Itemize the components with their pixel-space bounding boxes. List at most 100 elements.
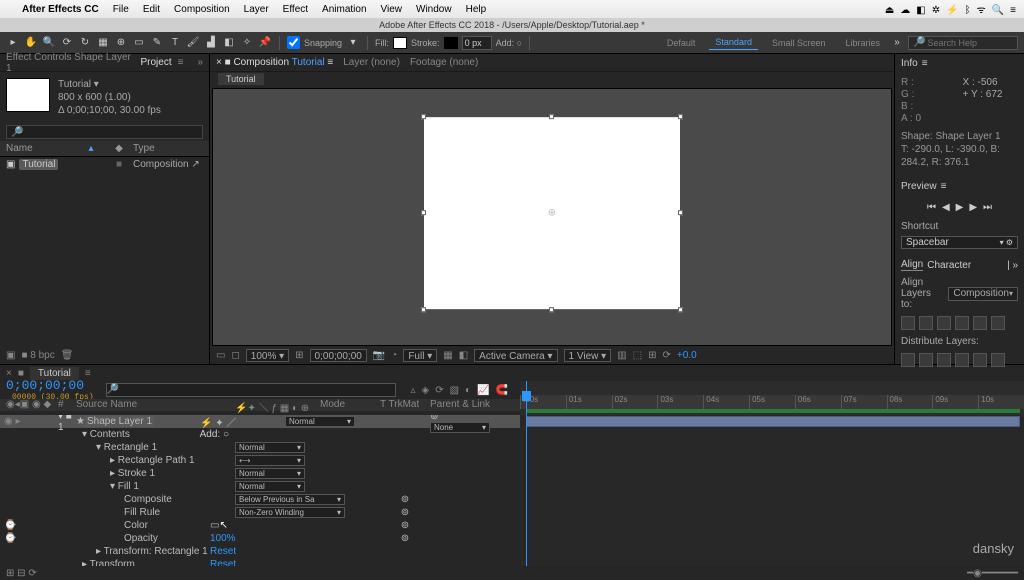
shortcut-dropdown[interactable]: Spacebar▾ ⚙ [901,236,1018,249]
tab-layer[interactable]: Layer (none) [343,57,400,68]
menu-edit[interactable]: Edit [143,4,160,15]
puppet-tool-icon[interactable]: 📌 [258,36,272,50]
workspace-libraries[interactable]: Libraries [839,36,886,50]
selection-tool-icon[interactable]: ▸ [6,36,20,50]
menu-composition[interactable]: Composition [174,4,230,15]
snapping-checkbox[interactable] [287,36,300,49]
menu-help[interactable]: Help [466,4,487,15]
timeline-close-icon[interactable]: × [6,368,12,379]
timeline-search[interactable]: 🔎 [106,383,397,397]
workspace-default[interactable]: Default [661,36,702,50]
fill-swatch[interactable] [393,37,407,49]
playhead[interactable] [526,381,527,415]
add-label[interactable]: Add: ○ [496,38,522,48]
align-bottom-icon[interactable] [991,316,1005,330]
res-icon[interactable]: ⊞ [295,350,303,361]
tab-project[interactable]: Project [140,57,171,68]
work-area-bar[interactable] [526,409,1020,413]
tab-footage[interactable]: Footage (none) [410,57,478,68]
tab-align[interactable]: Align [901,259,923,271]
motion-blur-icon[interactable]: ◐ [465,385,471,396]
tab-composition[interactable]: × ■ Composition Tutorial ≡ [216,57,333,68]
shape-tool-icon[interactable]: ▭ [132,36,146,50]
last-frame-icon[interactable]: ⏭ [983,202,992,213]
next-frame-icon[interactable]: ▶ [969,202,977,213]
snap-opt-icon[interactable]: ▾ [346,36,360,50]
eraser-tool-icon[interactable]: ◧ [222,36,236,50]
graph-icon[interactable]: 📈 [477,385,489,396]
menu-effect[interactable]: Effect [283,4,308,15]
current-time[interactable]: 0;00;00;00 [6,378,94,393]
project-columns: Name ▴ ◆ Type [0,141,209,157]
menubar-status-icons[interactable]: ⏏☁◧✲⚡ᛒᯤ🔍≡ [879,2,1016,16]
camera-tool-icon[interactable]: ▦ [96,36,110,50]
align-buttons [895,312,1024,334]
canvas-shape[interactable]: ⊕ [424,117,680,309]
frame-blend-icon[interactable]: ▧ [450,385,459,396]
app-menu[interactable]: After Effects CC [22,4,99,15]
composition-viewer[interactable]: ⊕ [212,88,892,346]
trash-icon[interactable]: 🗑 [61,350,74,361]
type-tool-icon[interactable]: T [168,36,182,50]
close-panel-icon[interactable]: » [197,57,203,68]
menu-animation[interactable]: Animation [322,4,366,15]
resolution-dropdown[interactable]: Full ▾ [403,349,437,362]
zoom-dropdown[interactable]: 100% ▾ [246,349,289,362]
mac-menubar[interactable]: After Effects CC File Edit Composition L… [0,0,1024,18]
project-row-tutorial[interactable]: ▣Tutorial ■ Composition ↗ [0,157,209,172]
tab-effect-controls[interactable]: Effect Controls Shape Layer 1 [6,52,134,74]
view-dropdown[interactable]: 1 View ▾ [564,349,612,362]
workspace-standard[interactable]: Standard [709,35,758,50]
rotate-tool-icon[interactable]: ↻ [78,36,92,50]
menu-view[interactable]: View [381,4,403,15]
menu-window[interactable]: Window [416,4,452,15]
mag-icon[interactable]: ▭ [216,350,225,361]
tab-character[interactable]: Character [927,260,971,271]
snapshot-icon[interactable]: 📷 [373,350,385,361]
camera-dropdown[interactable]: Active Camera ▾ [474,349,557,362]
orbit-tool-icon[interactable]: ⟳ [60,36,74,50]
snap-icon[interactable]: 🧲 [496,385,508,396]
align-right-icon[interactable] [937,316,951,330]
interpret-icon[interactable]: ▣ [6,350,15,361]
workspace-menu-icon[interactable]: » [890,36,904,50]
timecode-display[interactable]: 0;00;00;00 [310,349,367,362]
project-search[interactable]: 🔎 [6,125,203,139]
roto-tool-icon[interactable]: ✧ [240,36,254,50]
menu-file[interactable]: File [113,4,129,15]
zoom-slider[interactable]: ━◉━━━━━━ [967,568,1018,579]
timeline-bars[interactable] [520,415,1024,566]
pen-tool-icon[interactable]: ✎ [150,36,164,50]
preview-panel-title[interactable]: Preview ≡ [895,177,1024,196]
timeline-ruler-area[interactable]: :00s01s02s03s04s05s06s07s08s09s10s [520,381,1024,415]
play-icon[interactable]: ▶ [956,202,964,213]
shy-icon[interactable]: ⟳ [435,385,443,396]
exposure-value[interactable]: +0.0 [677,350,697,361]
zoom-tool-icon[interactable]: 🔍 [42,36,56,50]
menu-layer[interactable]: Layer [244,4,269,15]
align-vcenter-icon[interactable] [973,316,987,330]
workspace-small[interactable]: Small Screen [766,36,832,50]
comp-mini-icon[interactable]: ▵ [410,385,415,396]
align-top-icon[interactable] [955,316,969,330]
pan-behind-tool-icon[interactable]: ⊕ [114,36,128,50]
hand-tool-icon[interactable]: ✋ [24,36,38,50]
toggle-switches-icon[interactable]: ⊞ ⊟ ⟳ [6,568,37,579]
align-target-dropdown[interactable]: Composition▾ [948,287,1018,301]
first-frame-icon[interactable]: ⏮ [927,202,936,213]
brush-tool-icon[interactable]: 🖌 [186,36,200,50]
help-search[interactable]: 🔎 [908,36,1018,50]
prev-frame-icon[interactable]: ◀ [942,202,950,213]
draft3d-icon[interactable]: ◈ [422,385,430,396]
help-search-input[interactable] [925,36,1015,50]
stroke-swatch[interactable] [444,37,458,49]
clone-tool-icon[interactable]: ▟ [204,36,218,50]
comp-breadcrumb[interactable]: Tutorial [218,73,264,85]
info-panel-title[interactable]: Info ≡ [895,54,1024,73]
layer-bar[interactable] [526,416,1020,427]
align-hcenter-icon[interactable] [919,316,933,330]
align-left-icon[interactable] [901,316,915,330]
panel-menu-icon[interactable]: ≡ [178,57,184,68]
stroke-width-input[interactable] [462,36,492,50]
bpc-button[interactable]: ■ 8 bpc [21,350,54,361]
